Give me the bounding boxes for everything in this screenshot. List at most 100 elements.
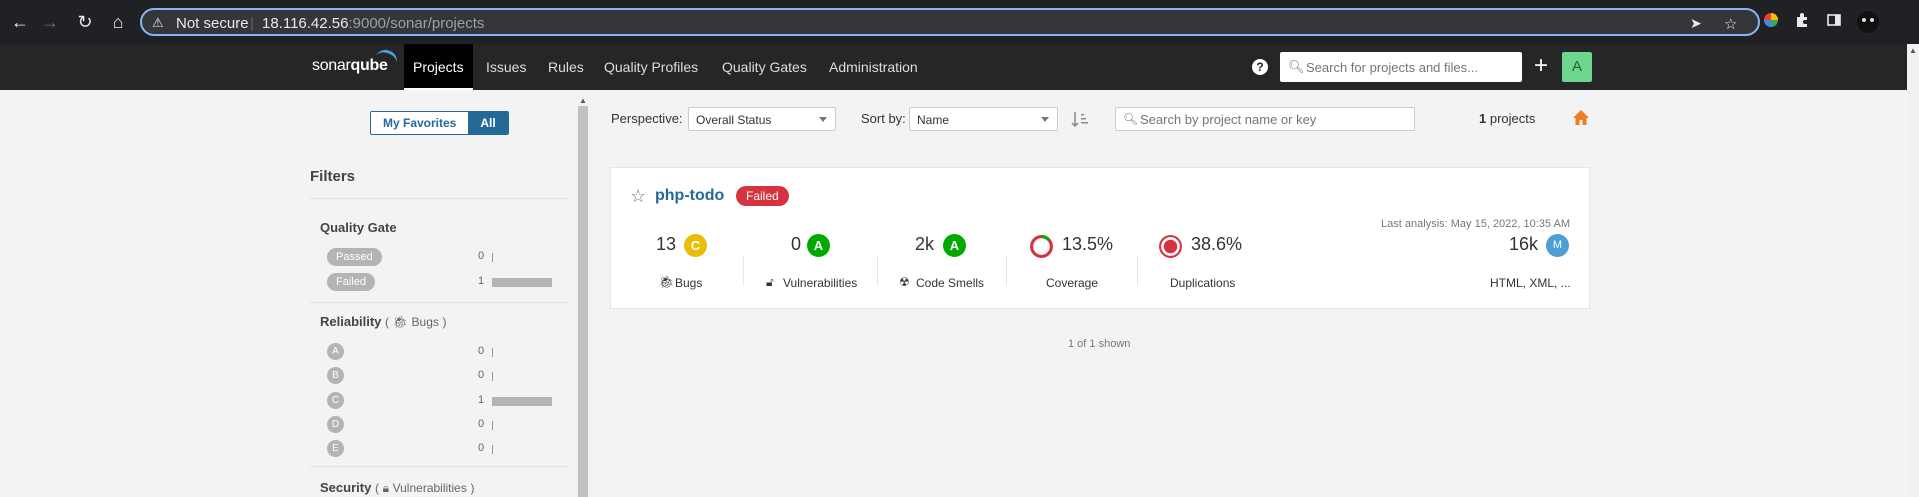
project-search-input[interactable] (1140, 110, 1410, 128)
search-icon: 🔍︎ (1123, 112, 1139, 126)
bug-icon: 🐞︎ (659, 275, 675, 289)
perspective-select[interactable]: Overall Status (688, 107, 836, 131)
facet-row-rating-a[interactable]: A 0 (320, 342, 560, 362)
browser-toolbar: ← → ↻ ⌂ ⚠ Not secure | 18.116.42.56:9000… (0, 0, 1919, 44)
color-extension-icon[interactable] (1761, 12, 1781, 32)
code-smells-rating: A (943, 234, 966, 257)
facet-row-rating-d[interactable]: D 0 (320, 415, 560, 435)
vulnerabilities-rating: A (807, 234, 830, 257)
facet-row-rating-c[interactable]: C 1 (320, 391, 560, 411)
favorite-star-icon[interactable]: ☆ (630, 186, 646, 207)
page-scrollbar[interactable]: ▲ (1907, 44, 1919, 497)
security-label[interactable]: Not secure (176, 15, 249, 32)
vulnerabilities-value[interactable]: 0 (791, 234, 801, 255)
project-count: 1 projects (1479, 111, 1535, 126)
chevron-down-icon (1041, 117, 1049, 122)
facet-row-rating-e[interactable]: E 0 (320, 439, 560, 459)
duplications-label: Duplications (1170, 276, 1236, 290)
filters-title: Filters (310, 168, 356, 185)
bug-icon: 🐞︎ (392, 315, 408, 329)
code-smells-value[interactable]: 2k (915, 234, 934, 255)
scroll-up-arrow-icon[interactable]: ▲ (579, 96, 587, 105)
facet-count: 0 (478, 369, 485, 381)
facet-count: 1 (478, 275, 485, 287)
nav-administration[interactable]: Administration (820, 44, 927, 90)
nav-quality-gates[interactable]: Quality Gates (713, 44, 816, 90)
duplications-value[interactable]: 38.6% (1191, 234, 1242, 255)
perspective-value: Overall Status (696, 113, 772, 127)
extensions-puzzle-icon[interactable] (1792, 12, 1812, 32)
project-card: ☆ php-todo Failed Last analysis: May 15,… (610, 167, 1590, 309)
facet-count: 0 (478, 250, 485, 262)
profile-avatar-icon[interactable] (1856, 10, 1880, 34)
home-browser-icon[interactable]: ⌂ (106, 10, 130, 34)
rating-a-dot: A (327, 343, 344, 360)
facet-sub-close: ) (442, 315, 447, 329)
coverage-value[interactable]: 13.5% (1062, 234, 1113, 255)
nav-rules[interactable]: Rules (539, 44, 593, 90)
rating-e-dot: E (327, 440, 344, 457)
divider (310, 302, 568, 303)
facet-sub-open: ( (385, 315, 390, 329)
facet-row-failed[interactable]: Failed 1 (320, 272, 560, 292)
back-icon[interactable]: ← (8, 10, 32, 34)
lock-icon: 🔓︎ (766, 275, 774, 289)
nav-quality-profiles[interactable]: Quality Profiles (595, 44, 707, 90)
create-plus-button[interactable]: + (1530, 54, 1552, 80)
facet-row-rating-b[interactable]: B 0 (320, 366, 560, 386)
send-icon[interactable]: ➤ (1690, 15, 1702, 32)
forward-icon[interactable]: → (38, 10, 62, 34)
metric-divider (1006, 256, 1007, 286)
global-search[interactable]: 🔍︎ (1280, 52, 1522, 82)
reload-icon[interactable]: ↻ (73, 10, 97, 34)
rating-b-dot: B (327, 367, 344, 384)
home-icon[interactable] (1572, 109, 1590, 127)
facet-sub-close: ) (470, 481, 475, 495)
last-analysis: Last analysis: May 15, 2022, 10:35 AM (1381, 218, 1570, 230)
metric-divider (743, 256, 744, 286)
facet-sub-open: ( (374, 481, 379, 495)
scrollbar-thumb[interactable] (578, 106, 588, 497)
facet-count: 0 (478, 345, 485, 357)
project-search[interactable]: 🔍︎ (1115, 107, 1415, 131)
facet-bar (492, 372, 493, 381)
facet-count: 1 (478, 394, 485, 406)
bugs-rating: C (684, 234, 707, 257)
address-bar[interactable]: ⚠ Not secure | 18.116.42.56:9000/sonar/p… (140, 8, 1760, 36)
coverage-label: Coverage (1046, 276, 1099, 290)
bugs-label: Bugs (675, 276, 703, 290)
security-title-text: Security (320, 480, 372, 495)
facet-bar (492, 445, 493, 454)
reliability-title-text: Reliability (320, 314, 382, 329)
facet-bar (492, 397, 552, 406)
scroll-up-arrow-icon[interactable]: ▲ (1909, 46, 1917, 55)
metric-divider (877, 256, 878, 286)
bugs-value[interactable]: 13 (656, 234, 676, 255)
url-host: 18.116.42.56 (262, 15, 349, 32)
url-text[interactable]: 18.116.42.56:9000/sonar/projects (262, 15, 484, 32)
warning-icon[interactable]: ⚠ (152, 15, 164, 31)
rating-d-dot: D (327, 416, 344, 433)
sort-value: Name (917, 113, 950, 127)
facet-row-passed[interactable]: Passed 0 (320, 247, 560, 267)
nav-issues[interactable]: Issues (477, 44, 535, 90)
bookmark-star-icon[interactable]: ☆ (1724, 15, 1737, 33)
sort-label: Sort by: (861, 111, 906, 126)
help-icon[interactable]: ? (1252, 59, 1268, 75)
sort-select[interactable]: Name (909, 107, 1058, 131)
shown-count: 1 of 1 shown (1068, 338, 1131, 350)
security-facet-title: Security ( 🔒︎ Vulnerabilities ) (320, 480, 474, 496)
sidebar-scrollbar[interactable]: ▲ (577, 96, 589, 497)
my-favorites-button[interactable]: My Favorites (371, 112, 469, 134)
project-name-link[interactable]: php-todo (655, 187, 724, 205)
nav-projects[interactable]: Projects (404, 44, 473, 90)
chevron-down-icon (819, 117, 827, 122)
all-projects-button[interactable]: All (468, 112, 508, 134)
passed-pill: Passed (327, 248, 382, 266)
global-search-input[interactable] (1306, 57, 1516, 77)
reliability-facet-title: Reliability ( 🐞︎ Bugs ) (320, 314, 447, 329)
sort-order-icon[interactable] (1071, 110, 1089, 130)
side-panel-icon[interactable] (1824, 12, 1844, 32)
size-value[interactable]: 16k (1509, 234, 1538, 255)
user-avatar[interactable]: A (1562, 52, 1592, 82)
